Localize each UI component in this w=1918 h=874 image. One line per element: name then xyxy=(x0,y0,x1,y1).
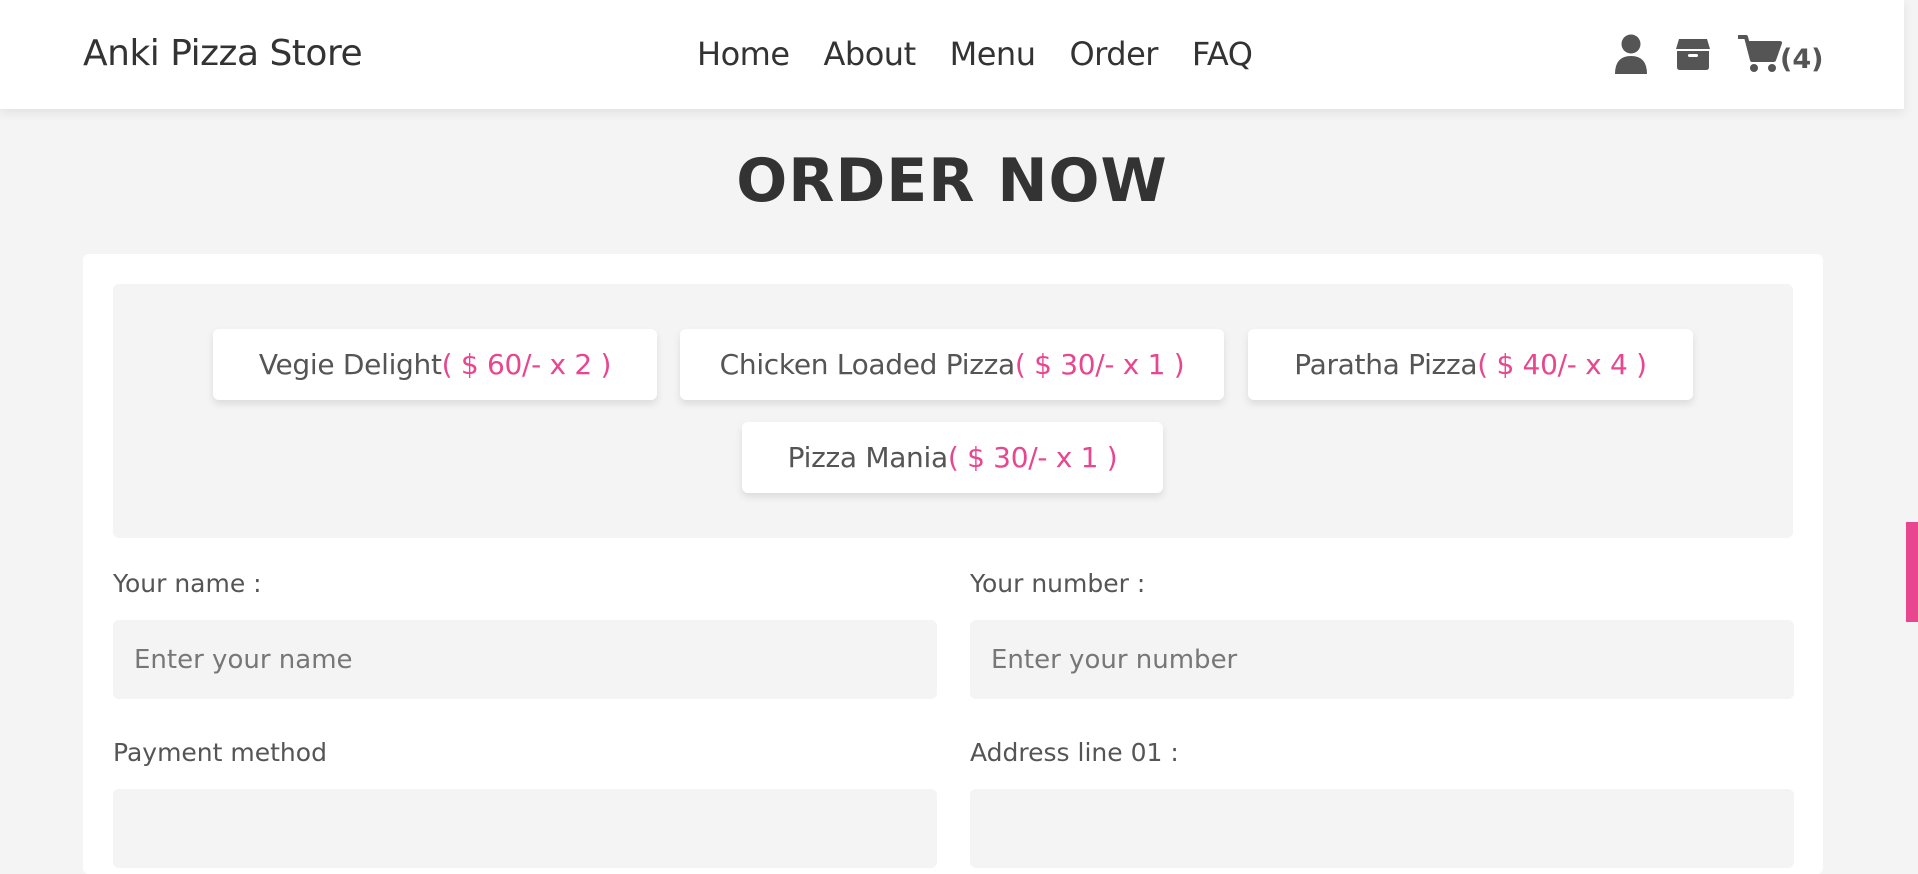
nav-home[interactable]: Home xyxy=(697,30,790,78)
order-items-summary: Vegie Delight ( $ 60/- x 2 ) Chicken Loa… xyxy=(113,284,1793,538)
order-item: Vegie Delight ( $ 60/- x 2 ) xyxy=(213,329,657,400)
header-icons: (4) xyxy=(1612,30,1823,78)
item-name: Paratha Pizza xyxy=(1294,348,1478,381)
name-input[interactable] xyxy=(113,620,937,699)
nav-order[interactable]: Order xyxy=(1069,30,1158,78)
address-line-1-label: Address line 01 : xyxy=(970,738,1179,767)
item-price: ( $ 30/- x 1 ) xyxy=(947,441,1118,474)
item-price: ( $ 60/- x 2 ) xyxy=(441,348,612,381)
site-header: Anki Pizza Store Home About Menu Order F… xyxy=(0,0,1904,109)
number-label: Your number : xyxy=(970,569,1146,598)
order-item: Pizza Mania ( $ 30/- x 1 ) xyxy=(742,422,1163,493)
cart-button[interactable]: (4) xyxy=(1738,34,1823,75)
main-nav: Home About Menu Order FAQ xyxy=(697,30,1253,78)
payment-method-label: Payment method xyxy=(113,738,327,767)
scrollbar-thumb[interactable] xyxy=(1906,522,1918,622)
cart-icon xyxy=(1738,34,1782,74)
page-title: ORDER NOW xyxy=(736,146,1168,216)
order-item: Chicken Loaded Pizza ( $ 30/- x 1 ) xyxy=(680,329,1224,400)
order-item: Paratha Pizza ( $ 40/- x 4 ) xyxy=(1248,329,1693,400)
cart-count: (4) xyxy=(1780,43,1824,75)
payment-method-select[interactable] xyxy=(113,789,937,868)
item-price: ( $ 30/- x 1 ) xyxy=(1014,348,1185,381)
number-input[interactable] xyxy=(970,620,1794,699)
nav-faq[interactable]: FAQ xyxy=(1192,30,1253,78)
nav-menu[interactable]: Menu xyxy=(950,30,1036,78)
item-name: Vegie Delight xyxy=(258,348,442,381)
box-icon[interactable] xyxy=(1674,35,1712,73)
item-name: Chicken Loaded Pizza xyxy=(719,348,1016,381)
order-form-card: Vegie Delight ( $ 60/- x 2 ) Chicken Loa… xyxy=(83,254,1823,874)
nav-about[interactable]: About xyxy=(824,30,917,78)
scrollbar-track[interactable] xyxy=(1904,0,1918,817)
site-logo[interactable]: Anki Pizza Store xyxy=(83,30,363,78)
address-line-1-input[interactable] xyxy=(970,789,1794,868)
user-icon[interactable] xyxy=(1612,33,1650,75)
name-label: Your name : xyxy=(113,569,262,598)
item-name: Pizza Mania xyxy=(787,441,949,474)
item-price: ( $ 40/- x 4 ) xyxy=(1477,348,1647,381)
